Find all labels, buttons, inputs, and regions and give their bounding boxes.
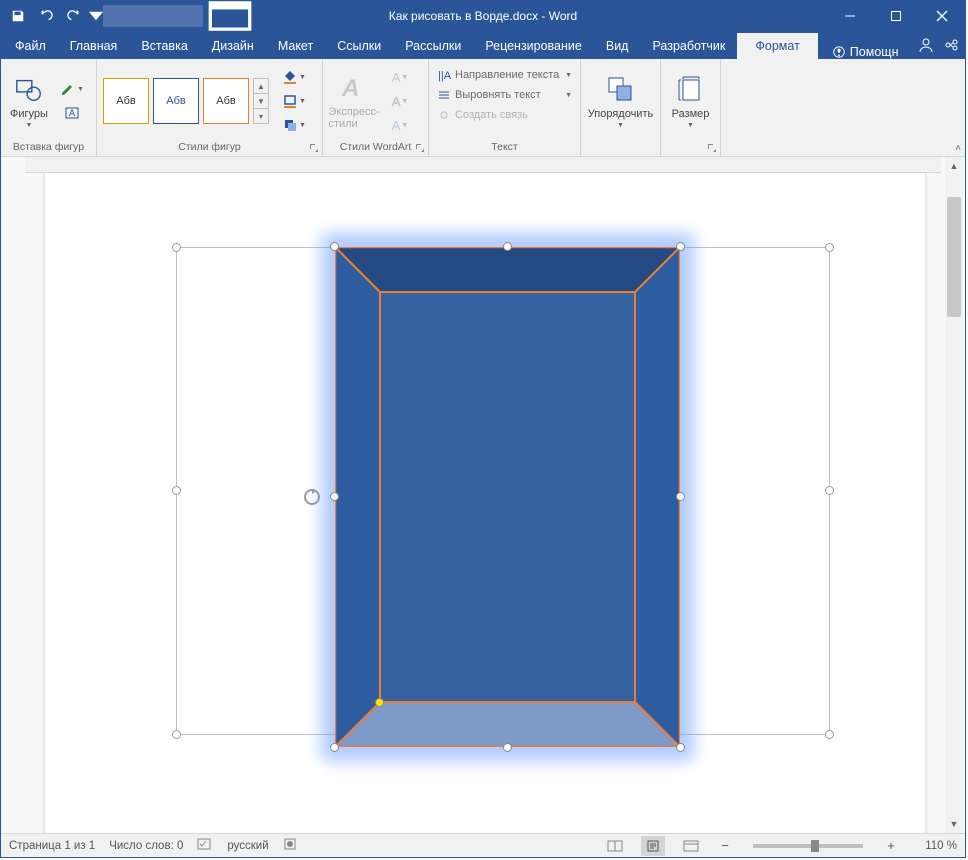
tab-design[interactable]: Дизайн (200, 33, 266, 59)
quick-access-toolbar (1, 3, 103, 29)
tell-me-label: Помощн (850, 45, 899, 59)
zoom-level[interactable]: 110 % (913, 840, 957, 852)
svg-text:||A: ||A (438, 70, 451, 82)
create-link-label: Создать связь (455, 109, 528, 121)
tell-me[interactable]: Помощн (818, 45, 913, 59)
rotation-handle[interactable] (303, 488, 321, 506)
shape-style-3[interactable]: Абв (203, 78, 249, 124)
tab-view[interactable]: Вид (594, 33, 641, 59)
align-text-label: Выровнять текст (455, 89, 541, 101)
text-direction-button[interactable]: ||A Направление текста▼ (435, 67, 574, 83)
quick-styles-button: A Экспресс-стили (329, 67, 379, 135)
language-indicator[interactable]: русский (227, 840, 268, 852)
draw-textbox-button[interactable]: A (55, 102, 89, 124)
shape-fill-button[interactable]: ▼ (277, 66, 311, 88)
edit-shape-button[interactable]: ▼ (55, 78, 89, 100)
arrange-label: Упорядочить (588, 108, 653, 120)
read-mode-button[interactable] (603, 836, 627, 856)
macro-record-icon[interactable] (283, 837, 297, 854)
page[interactable] (45, 173, 925, 833)
zoom-in-button[interactable]: + (883, 838, 899, 853)
size-label: Размер (672, 108, 710, 120)
close-button[interactable] (919, 1, 965, 31)
text-effects-button: A▼ (383, 114, 417, 136)
print-layout-button[interactable] (641, 836, 665, 856)
ribbon-display-options[interactable] (207, 1, 253, 31)
group-label-wordart: Стили WordArt (340, 141, 411, 153)
zoom-slider[interactable] (753, 844, 863, 848)
window-title: Как рисовать в Ворде.docx - Word (389, 9, 577, 23)
redo-button[interactable] (61, 3, 87, 29)
style-gallery-scroll[interactable]: ▲▼▾ (253, 78, 269, 124)
shape-selection[interactable] (335, 247, 680, 747)
zoom-out-button[interactable]: − (717, 838, 733, 853)
adjustment-handle[interactable] (375, 698, 384, 707)
svg-text:A: A (69, 108, 75, 118)
text-direction-label: Направление текста (455, 69, 559, 81)
tab-insert[interactable]: Вставка (129, 33, 199, 59)
quick-styles-label: Экспресс-стили (328, 106, 379, 130)
dialog-launcher-icon[interactable] (707, 143, 717, 153)
account-icon[interactable] (912, 31, 938, 59)
shapes-label: Фигуры (10, 108, 48, 120)
vertical-scrollbar[interactable]: ▲ ▼ (945, 157, 963, 833)
text-fill-button: A▼ (383, 66, 417, 88)
shapes-button[interactable]: Фигуры ▼ (7, 67, 51, 135)
ribbon: Фигуры ▼ ▼ A Вставка фигур Абв Абв Абв ▲… (1, 59, 965, 157)
word-count[interactable]: Число слов: 0 (109, 840, 183, 852)
text-outline-button: A▼ (383, 90, 417, 112)
ribbon-tabs: Файл Главная Вставка Дизайн Макет Ссылки… (1, 31, 965, 59)
spellcheck-icon[interactable] (197, 837, 213, 854)
shape-style-1[interactable]: Абв (103, 78, 149, 124)
tab-review[interactable]: Рецензирование (473, 33, 594, 59)
create-link-button: Создать связь (435, 107, 574, 123)
group-label-arrange (581, 139, 660, 156)
size-button[interactable]: Размер ▼ (667, 67, 714, 135)
arrange-button[interactable]: Упорядочить ▼ (596, 67, 646, 135)
dialog-launcher-icon[interactable] (415, 143, 425, 153)
group-label-insert: Вставка фигур (1, 139, 96, 156)
collapse-ribbon-button[interactable]: ˄ (955, 143, 961, 154)
tab-developer[interactable]: Разработчик (640, 33, 737, 59)
web-layout-button[interactable] (679, 836, 703, 856)
tab-references[interactable]: Ссылки (325, 33, 393, 59)
group-label-text: Текст (429, 139, 580, 156)
scrollbar-thumb[interactable] (947, 197, 961, 317)
page-indicator[interactable]: Страница 1 из 1 (9, 840, 95, 852)
save-button[interactable] (5, 3, 31, 29)
tab-mailings[interactable]: Рассылки (393, 33, 473, 59)
svg-text:A: A (341, 75, 359, 102)
tab-format[interactable]: Формат (737, 33, 817, 59)
maximize-button[interactable] (873, 1, 919, 31)
tab-home[interactable]: Главная (58, 33, 130, 59)
align-text-button[interactable]: Выровнять текст▼ (435, 87, 574, 103)
tab-file[interactable]: Файл (3, 33, 58, 59)
document-area: ▲ ▼ (1, 157, 965, 833)
shape-effects-button[interactable]: ▼ (277, 114, 311, 136)
undo-button[interactable] (33, 3, 59, 29)
share-icon[interactable] (939, 31, 965, 59)
dialog-launcher-icon[interactable] (309, 143, 319, 153)
shape-outline-button[interactable]: ▼ (277, 90, 311, 112)
user-account[interactable] (103, 5, 203, 27)
group-label-size (661, 139, 720, 156)
status-bar: Страница 1 из 1 Число слов: 0 русский − … (1, 833, 965, 857)
horizontal-ruler[interactable] (25, 157, 941, 173)
qat-customize[interactable] (89, 3, 103, 29)
minimize-button[interactable] (827, 1, 873, 31)
shape-style-2[interactable]: Абв (153, 78, 199, 124)
group-label-styles: Стили фигур (178, 141, 240, 153)
tab-layout[interactable]: Макет (266, 33, 325, 59)
title-bar: Как рисовать в Ворде.docx - Word (1, 1, 965, 31)
